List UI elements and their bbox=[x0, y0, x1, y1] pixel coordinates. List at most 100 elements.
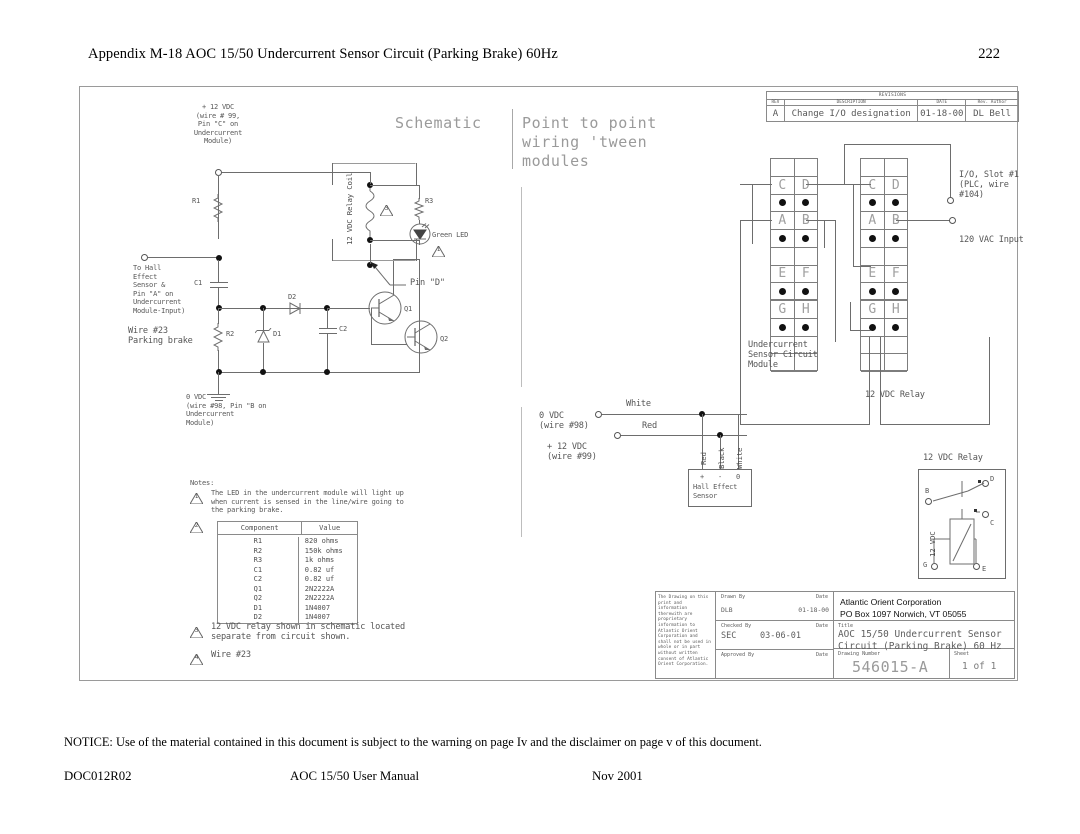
footer-doc-date: Nov 2001 bbox=[592, 769, 643, 783]
wire-top-jumper-left bbox=[844, 144, 845, 184]
table-header-row: Component Value bbox=[218, 522, 357, 535]
note-3-text: 12 VDC relay shown in schematic located … bbox=[211, 622, 405, 642]
r1-resistor-icon bbox=[213, 194, 224, 222]
table-component-column: R1 R2 R3 C1 C2 Q1 Q2 D1 D2 bbox=[218, 537, 299, 623]
schematic-heading: Schematic bbox=[395, 114, 482, 132]
col-value: Value bbox=[319, 524, 341, 532]
zero-vdc-terminal bbox=[595, 411, 602, 418]
relay-module-label: 12 VDC Relay bbox=[865, 390, 925, 400]
c2-plate-top bbox=[319, 328, 337, 329]
node-bot-2 bbox=[260, 369, 266, 375]
wire-module-to-left-C bbox=[740, 184, 772, 185]
wire-led-bottom bbox=[370, 240, 420, 241]
relay-module-box bbox=[880, 337, 990, 425]
col-component: Component bbox=[218, 522, 303, 534]
node-bot-3 bbox=[324, 369, 330, 375]
company-address: PO Box 1097 Norwich, VT 05055 bbox=[840, 609, 967, 619]
wire-coil-up bbox=[370, 172, 371, 184]
page-number: 222 bbox=[978, 46, 1000, 62]
notice-line: NOTICE: Use of the material contained in … bbox=[64, 735, 1014, 750]
title-block: The Drawing on this print and informatio… bbox=[655, 591, 1015, 679]
supply-bottom-label: 0 VDC (wire #98, Pin "B on Undercurrent … bbox=[186, 393, 267, 427]
footer-doc-id: DOC012R02 bbox=[64, 769, 132, 783]
red-wire-label: Red bbox=[642, 421, 657, 431]
note-marker-2: 2 bbox=[189, 520, 204, 534]
plus12-vdc-terminal bbox=[614, 432, 621, 439]
node-hall bbox=[216, 255, 222, 261]
hall-lead-black-label: Black bbox=[717, 447, 726, 469]
sheet-wrap: Sheet 1 of 1 bbox=[950, 649, 1014, 678]
r2-label: R2 bbox=[226, 330, 235, 338]
wire-led-join bbox=[419, 240, 420, 245]
title-block-signatures: Drawn By Date DLB 01-18-00 Checked By Da… bbox=[716, 592, 834, 678]
zero-vdc-label: 0 VDC (wire #98) bbox=[539, 411, 589, 431]
wire-module-left-down bbox=[740, 220, 741, 354]
green-led-icon bbox=[409, 223, 431, 245]
terminal-strip-right[interactable]: CD AB EF bbox=[860, 158, 908, 301]
terminal-strip-left[interactable]: CD AB EF bbox=[770, 158, 818, 301]
wire-ground-stem bbox=[218, 372, 219, 394]
relay-detail-title: 12 VDC Relay bbox=[923, 453, 983, 463]
pin-d-leader-icon bbox=[370, 261, 406, 286]
q2-transistor-icon bbox=[404, 320, 438, 354]
wire-d1-bottom bbox=[263, 343, 264, 372]
wire-r2-top bbox=[218, 308, 219, 324]
plus12-vdc-label: + 12 VDC (wire #99) bbox=[547, 442, 597, 462]
wire-module-to-left-A bbox=[740, 220, 772, 221]
title-block-main: Atlantic Orient Corporation PO Box 1097 … bbox=[834, 592, 1014, 678]
wire-white-run bbox=[602, 414, 747, 415]
c1-label: C1 bbox=[194, 279, 203, 287]
io-slot-terminal bbox=[947, 197, 954, 204]
wire-c2-top bbox=[327, 308, 328, 328]
page-header: Appendix M-18 AOC 15/50 Undercurrent Sen… bbox=[88, 46, 1000, 63]
c2-label: C2 bbox=[339, 325, 348, 333]
wire-top-jumper bbox=[844, 144, 951, 145]
r1-label: R1 bbox=[192, 197, 201, 205]
notice-text: Use of the material contained in this do… bbox=[116, 735, 762, 749]
drawing-number-cell: Drawing Number 546015-A Sheet 1 of 1 bbox=[834, 649, 1014, 678]
note-marker-1: 1 bbox=[189, 491, 204, 505]
wire-c1-top bbox=[218, 260, 219, 282]
hall-input-terminal bbox=[141, 254, 148, 261]
wire-d1-top bbox=[263, 308, 264, 330]
c1-plate-bottom bbox=[210, 287, 228, 288]
r2-resistor-icon bbox=[213, 323, 224, 351]
hall-input-label: To Hall Effect Sensor & Pin "A" on Under… bbox=[133, 264, 186, 315]
relay-box-edge-tr bbox=[416, 163, 417, 185]
note-marker-4: 4 bbox=[189, 652, 204, 666]
node-bot-1 bbox=[216, 369, 222, 375]
component-value-table: Component Value R1 R2 R3 C1 C2 Q1 Q2 D1 … bbox=[217, 521, 358, 624]
company-name: Atlantic Orient Corporation bbox=[840, 597, 942, 607]
wire23-parking-brake-label: Wire #23 Parking brake bbox=[128, 326, 193, 346]
point-to-point-heading: Point to point wiring 'tween modules bbox=[522, 114, 657, 170]
note-marker-3-relay: 3 bbox=[379, 203, 394, 217]
wire-c2-bottom bbox=[327, 333, 328, 372]
note-marker-1-led: 1 bbox=[431, 244, 446, 258]
hall-effect-sensor-label: Hall Effect Sensor bbox=[693, 483, 738, 500]
wire-down-to-G bbox=[850, 302, 851, 330]
wire-bottom-rail bbox=[218, 372, 420, 373]
vac-input-label: 120 VAC Input bbox=[959, 235, 1024, 245]
supply-top-label: + 12 VDC (wire # 99, Pin "C" on Undercur… bbox=[193, 103, 243, 146]
wire-hall-input bbox=[148, 257, 219, 258]
relay-box-edge-tl bbox=[332, 163, 333, 185]
hall-pin-plus: + bbox=[700, 473, 705, 481]
drawing-number-wrap: Drawing Number 546015-A bbox=[834, 649, 950, 678]
revisions-block: REVISIONS REV DESCRIPTION DATE Rev. Auth… bbox=[766, 91, 1019, 122]
heading-divider bbox=[512, 109, 513, 169]
white-wire-label: White bbox=[626, 399, 651, 409]
drawing-number-value: 546015-A bbox=[852, 658, 929, 677]
d1-label: D1 bbox=[273, 330, 282, 338]
undercurrent-module-label: Undercurrent Sensor Circuit Module bbox=[748, 340, 818, 370]
c2-plate-bottom bbox=[319, 333, 337, 334]
hall-pin-zero: 0 bbox=[736, 473, 741, 481]
wire-to-io-terminal bbox=[950, 144, 951, 197]
approved-by-cell: Approved By Date bbox=[721, 652, 828, 658]
wire-module-left-down2 bbox=[752, 184, 753, 244]
section-divider-lower bbox=[521, 407, 522, 537]
proprietary-notice: The Drawing on this print and informatio… bbox=[656, 592, 716, 678]
io-slot-label: I/O, Slot #1 (PLC, wire #104) bbox=[959, 170, 1019, 200]
footer-doc-title: AOC 15/50 User Manual bbox=[290, 769, 420, 783]
notice-keyword: NOTICE: bbox=[64, 735, 113, 749]
relay-coil-label: 12 VDC Relay Coil bbox=[345, 172, 354, 245]
